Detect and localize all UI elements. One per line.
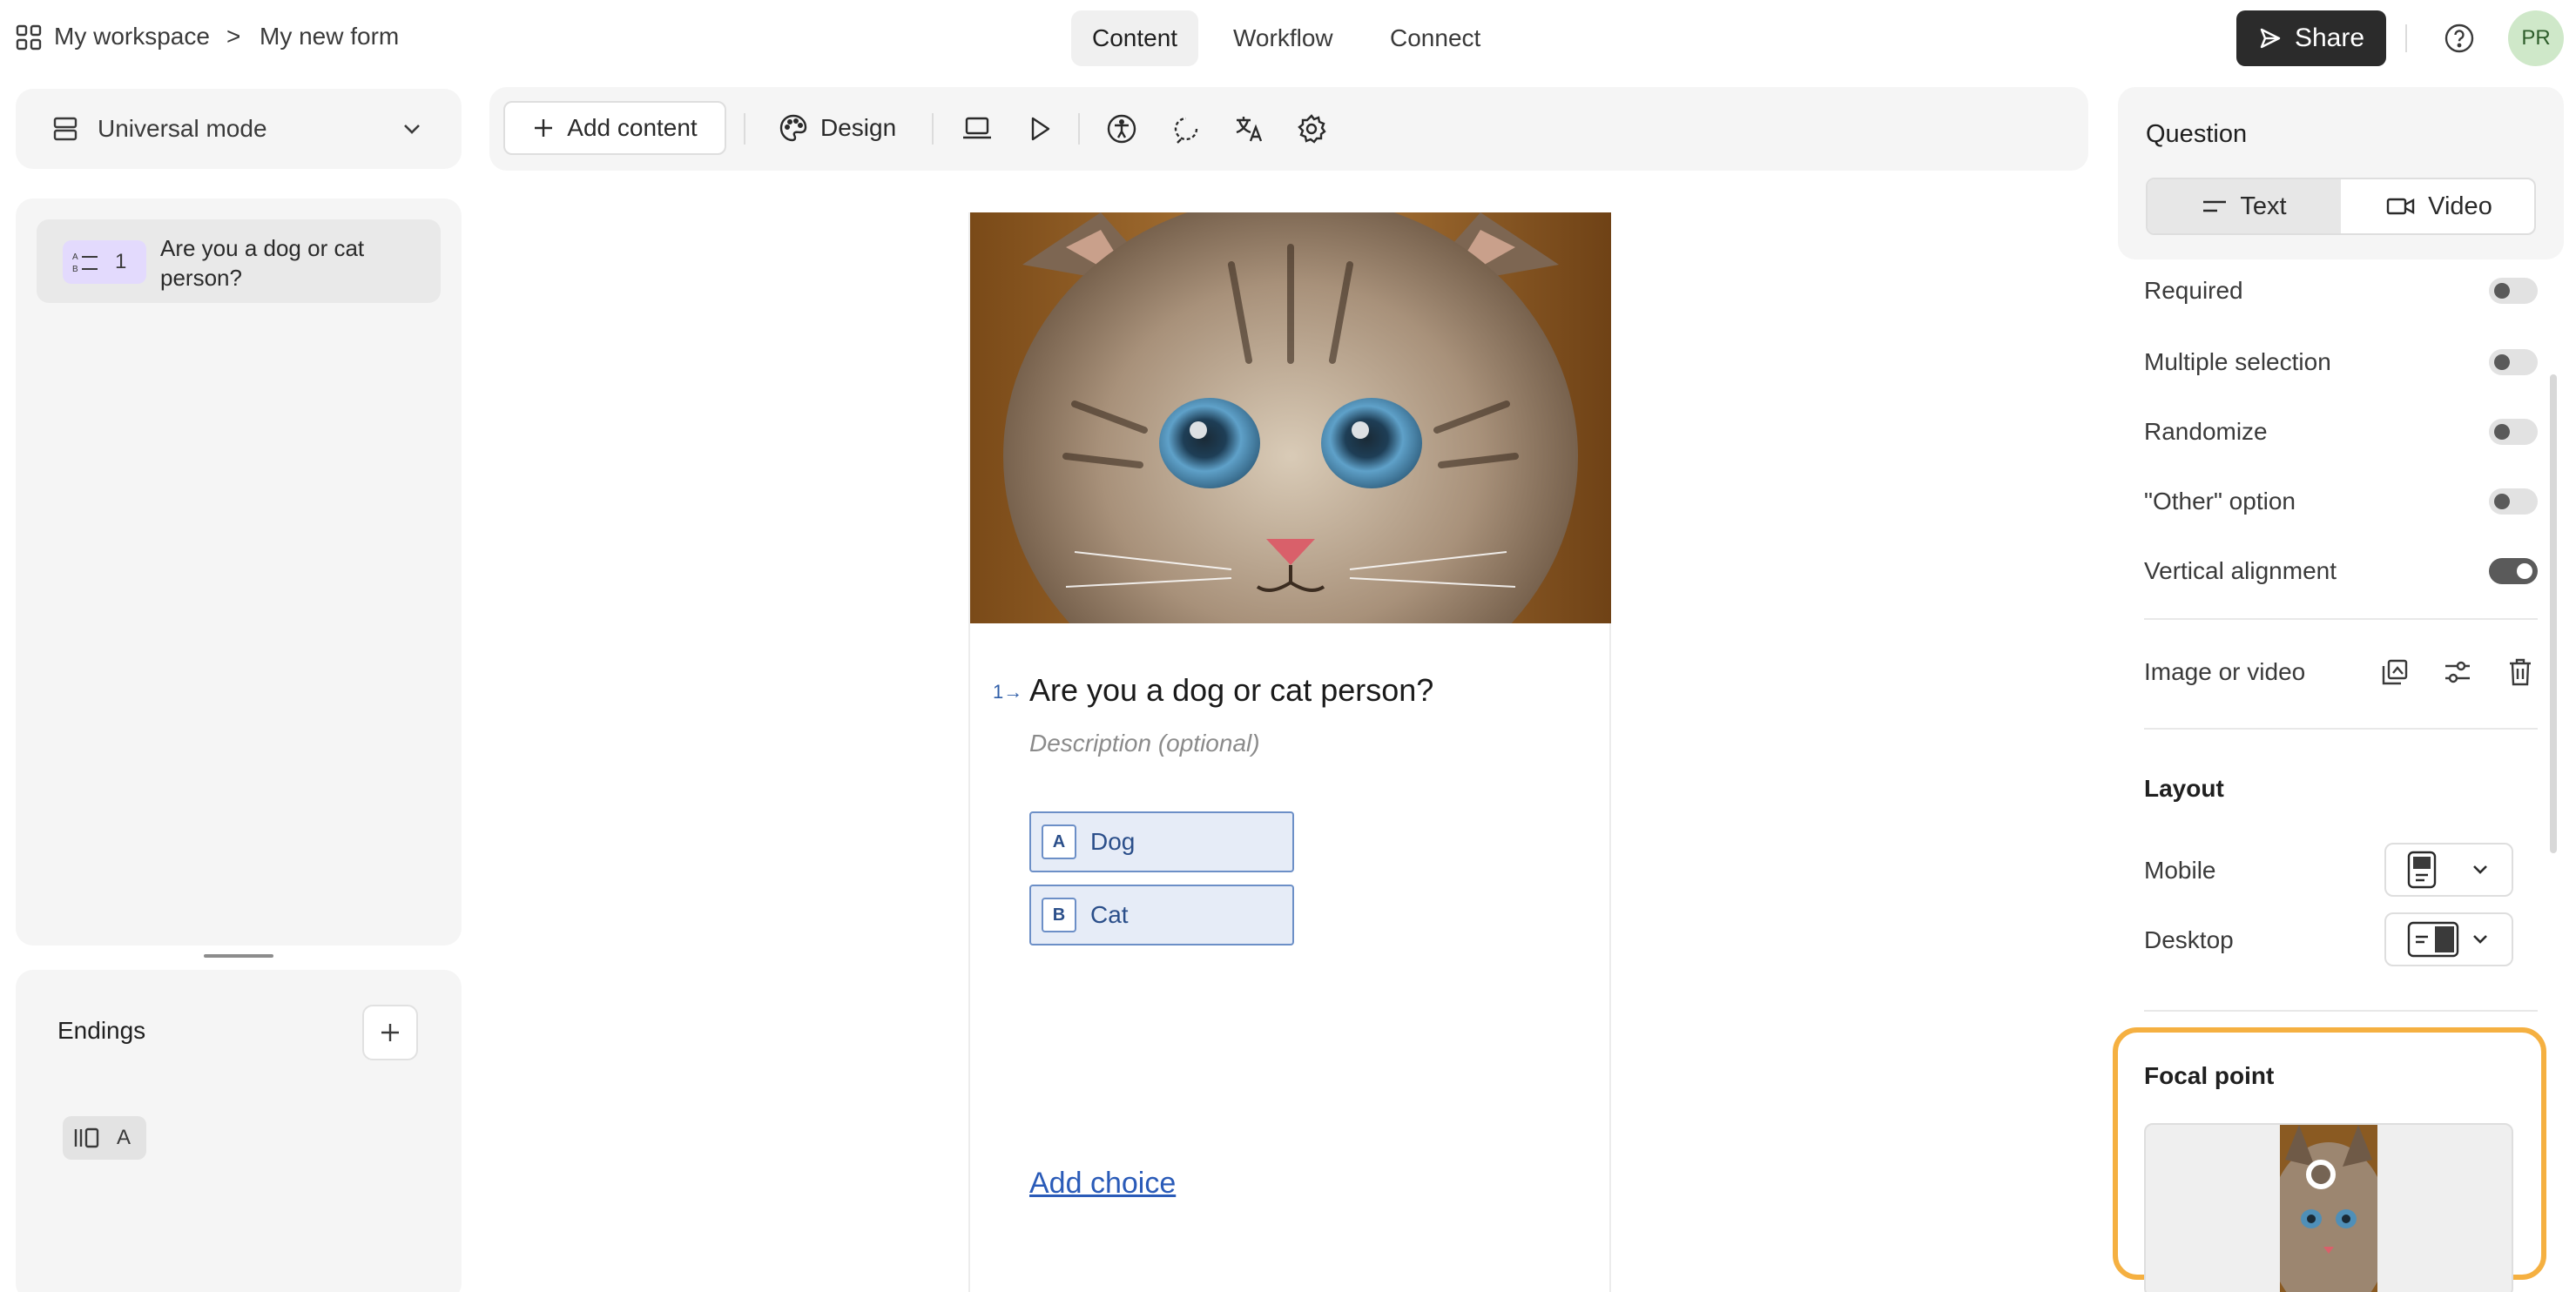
choice-key: B xyxy=(1042,898,1076,932)
send-icon xyxy=(2258,26,2283,50)
setting-randomize: Randomize xyxy=(2144,411,2538,453)
choice-option-b[interactable]: B Cat xyxy=(1029,885,1294,945)
question-panel-title: Question xyxy=(2146,120,2248,148)
question-list-title: Are you a dog or cat person? xyxy=(160,235,365,291)
question-title-input[interactable]: Are you a dog or cat person? xyxy=(1029,672,1433,709)
kitten-thumbnail xyxy=(2280,1125,2377,1292)
plus-icon xyxy=(532,117,555,139)
focal-point-title: Focal point xyxy=(2144,1062,2275,1089)
endings-panel: Endings A xyxy=(16,970,462,1292)
ending-label: A xyxy=(117,1126,131,1149)
tab-connect[interactable]: Connect xyxy=(1369,10,1501,66)
desktop-layout-select[interactable] xyxy=(2384,912,2513,966)
mode-select[interactable]: Universal mode xyxy=(16,89,462,169)
image-or-video-row: Image or video xyxy=(2144,651,2538,693)
svg-text:A: A xyxy=(72,252,78,262)
questions-panel: A B 1 Are you a dog or cat person? xyxy=(16,199,462,945)
play-icon[interactable] xyxy=(1022,111,1057,146)
video-type-option[interactable]: Video xyxy=(2343,179,2536,233)
add-content-button[interactable]: Add content xyxy=(503,101,726,155)
section-divider xyxy=(2144,618,2538,620)
top-bar: My workspace > My new form Content Workf… xyxy=(0,0,2576,77)
add-choice-link[interactable]: Add choice xyxy=(1029,1167,1176,1201)
ending-icon xyxy=(73,1127,101,1149)
laptop-preview-icon[interactable] xyxy=(960,111,995,146)
setting-multiple-selection: Multiple selection xyxy=(2144,341,2538,383)
breadcrumb-workspace[interactable]: My workspace xyxy=(54,23,210,50)
text-type-option[interactable]: Text xyxy=(2148,179,2341,233)
header-divider xyxy=(2405,24,2407,52)
video-camera-icon xyxy=(2386,196,2416,217)
question-description-input[interactable]: Description (optional) xyxy=(1029,730,1260,757)
svg-text:B: B xyxy=(72,265,78,274)
multiple-selection-toggle[interactable] xyxy=(2489,349,2538,375)
randomize-toggle[interactable] xyxy=(2489,419,2538,445)
stack-icon xyxy=(52,116,78,142)
setting-vertical-alignment: Vertical alignment xyxy=(2144,550,2538,592)
chevron-down-icon xyxy=(2470,859,2491,880)
chevron-down-icon xyxy=(2470,929,2491,950)
toolbar-divider xyxy=(932,113,934,145)
question-settings-header: Question Text Video xyxy=(2118,87,2564,259)
required-toggle[interactable] xyxy=(2489,278,2538,304)
panel-resize-handle[interactable] xyxy=(204,954,273,958)
tab-content[interactable]: Content xyxy=(1071,10,1199,66)
question-type-badge: A B 1 xyxy=(63,240,146,284)
chevron-down-icon xyxy=(401,118,423,140)
mobile-layout-icon xyxy=(2407,851,2437,889)
form-preview-card: 1→ Are you a dog or cat person? Descript… xyxy=(968,212,1611,1292)
text-lines-icon xyxy=(2202,198,2228,215)
logic-loop-icon[interactable] xyxy=(1169,111,1204,146)
palette-icon xyxy=(779,113,808,143)
section-divider xyxy=(2144,728,2538,730)
kitten-cover-image[interactable] xyxy=(970,212,1611,623)
vertical-alignment-toggle[interactable] xyxy=(2489,558,2538,584)
tab-workflow[interactable]: Workflow xyxy=(1212,10,1354,66)
choice-key: A xyxy=(1042,824,1076,859)
question-number: 1 xyxy=(115,250,127,273)
design-button[interactable]: Design xyxy=(775,101,900,155)
ending-list-item[interactable]: A xyxy=(63,1116,146,1160)
workspace-grid-icon[interactable] xyxy=(16,24,42,50)
translate-icon[interactable] xyxy=(1231,111,1266,146)
mode-label: Universal mode xyxy=(98,115,267,142)
toolbar-divider xyxy=(744,113,745,145)
help-icon[interactable] xyxy=(2442,21,2477,56)
gear-icon[interactable] xyxy=(1294,111,1329,146)
plus-icon xyxy=(379,1021,401,1044)
choice-label: Dog xyxy=(1090,828,1136,855)
share-button[interactable]: Share xyxy=(2236,10,2386,66)
focal-point-marker[interactable] xyxy=(2306,1160,2336,1189)
layout-title: Layout xyxy=(2144,775,2224,802)
multiple-choice-icon: A B xyxy=(71,250,101,274)
replace-image-icon[interactable] xyxy=(2377,655,2412,690)
section-divider xyxy=(2144,1010,2538,1012)
breadcrumb-separator: > xyxy=(226,23,241,50)
trash-icon[interactable] xyxy=(2503,655,2538,690)
mobile-layout-select[interactable] xyxy=(2384,843,2513,897)
editor-toolbar: Add content Design xyxy=(489,87,2088,171)
desktop-layout-icon xyxy=(2407,921,2459,958)
add-ending-button[interactable] xyxy=(362,1005,418,1060)
endings-title: Endings xyxy=(57,1017,146,1044)
settings-scrollbar[interactable] xyxy=(2550,374,2557,853)
toolbar-divider xyxy=(1078,113,1080,145)
setting-required: Required xyxy=(2144,275,2538,312)
avatar[interactable]: PR xyxy=(2508,10,2564,66)
mode-panel: Universal mode xyxy=(16,89,462,169)
image-adjust-icon[interactable] xyxy=(2440,655,2475,690)
accessibility-icon[interactable] xyxy=(1104,111,1139,146)
choice-label: Cat xyxy=(1090,901,1129,928)
choice-option-a[interactable]: A Dog xyxy=(1029,811,1294,872)
question-number-label: 1→ xyxy=(993,681,1023,703)
question-list-item[interactable]: A B 1 Are you a dog or cat person? xyxy=(37,219,441,303)
breadcrumb-form-name[interactable]: My new form xyxy=(260,23,399,50)
other-option-toggle[interactable] xyxy=(2489,488,2538,515)
focal-point-section: Focal point xyxy=(2113,1027,2546,1292)
content-type-toggle: Text Video xyxy=(2146,178,2536,235)
focal-point-picker[interactable] xyxy=(2144,1123,2513,1292)
setting-other-option: "Other" option xyxy=(2144,481,2538,522)
